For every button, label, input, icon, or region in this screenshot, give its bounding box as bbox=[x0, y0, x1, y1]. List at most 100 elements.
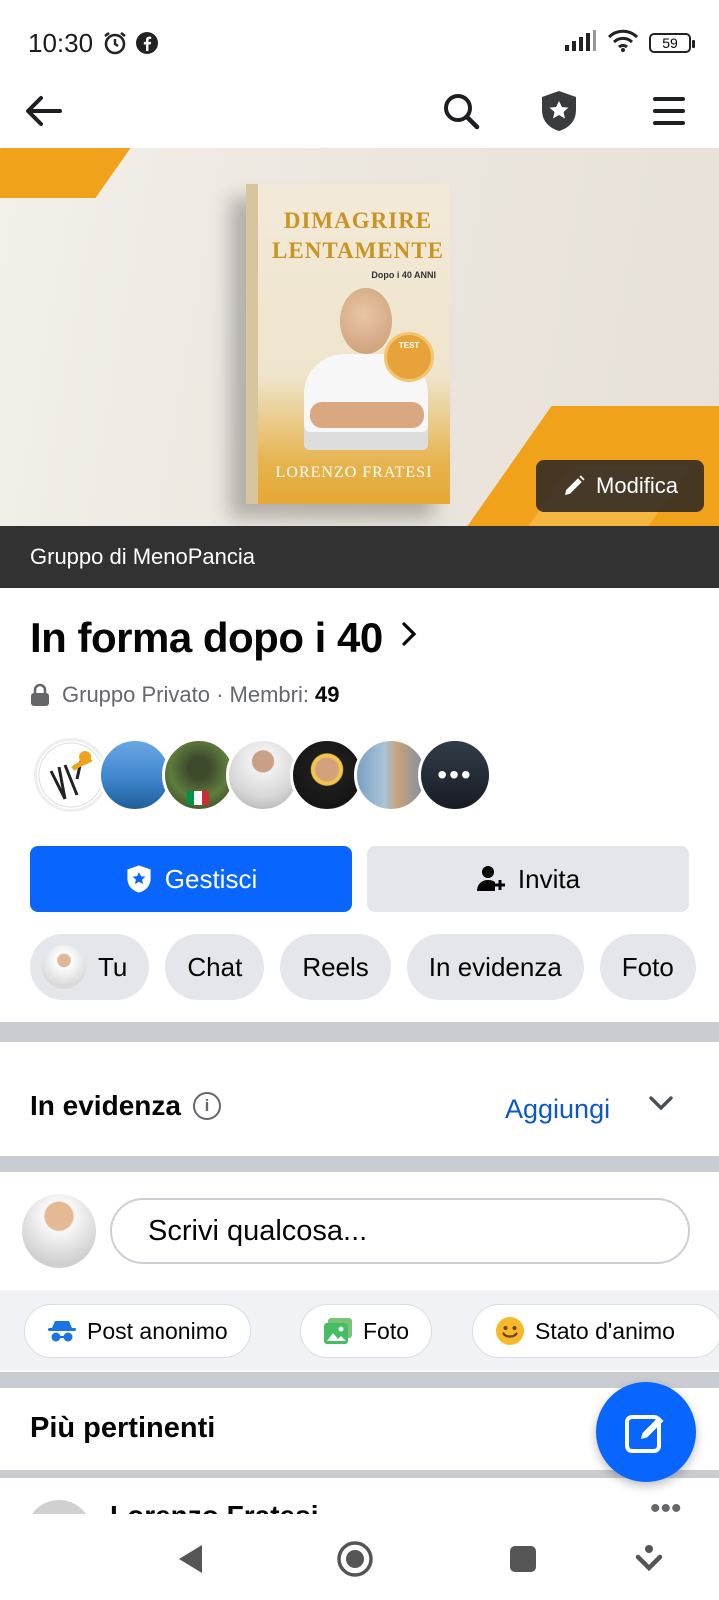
tab-label: Reels bbox=[302, 951, 369, 982]
member-count[interactable]: 49 bbox=[315, 682, 339, 708]
photo-button[interactable]: Foto bbox=[300, 1304, 433, 1358]
facebook-group-page: 10:30 59 DIMAGRIRE LENTAMENTE Dopo i 40 … bbox=[0, 0, 719, 1600]
admin-tools-button[interactable] bbox=[532, 84, 586, 138]
search-icon bbox=[444, 94, 480, 130]
alarm-icon bbox=[101, 29, 129, 57]
recents-square-icon bbox=[510, 1546, 536, 1572]
chevron-down-dot-icon bbox=[635, 1545, 663, 1572]
top-navigation bbox=[0, 76, 719, 146]
author-photo bbox=[340, 288, 392, 354]
group-owner-bar[interactable]: Gruppo di MenoPancia bbox=[0, 526, 719, 588]
italy-flag-icon bbox=[187, 791, 209, 805]
admin-shield-icon bbox=[127, 865, 151, 893]
tab-reels[interactable]: Reels bbox=[280, 934, 391, 1000]
add-featured-link[interactable]: Aggiungi bbox=[505, 1094, 610, 1125]
book-cover-image: DIMAGRIRE LENTAMENTE Dopo i 40 ANNI TEST… bbox=[246, 184, 450, 504]
member-avatars[interactable]: ••• bbox=[34, 738, 492, 812]
menu-icon bbox=[653, 97, 685, 125]
manage-button[interactable]: Gestisci bbox=[30, 846, 352, 912]
chevron-right-icon bbox=[401, 621, 417, 655]
tab-you[interactable]: Tu bbox=[30, 934, 150, 1000]
post-composer-input[interactable]: Scrivi qualcosa... bbox=[110, 1198, 690, 1264]
anonymous-post-button[interactable]: Post anonimo bbox=[24, 1304, 251, 1358]
avatar[interactable] bbox=[162, 738, 236, 812]
sort-label[interactable]: Più pertinenti bbox=[30, 1412, 215, 1445]
avatar[interactable] bbox=[34, 738, 108, 812]
pencil-icon bbox=[565, 475, 585, 495]
cover-photo[interactable]: DIMAGRIRE LENTAMENTE Dopo i 40 ANNI TEST… bbox=[0, 148, 719, 526]
more-members-avatar[interactable]: ••• bbox=[418, 738, 492, 812]
invite-button[interactable]: Invita bbox=[367, 846, 689, 912]
book-title: DIMAGRIRE LENTAMENTE bbox=[272, 208, 444, 263]
back-arrow-icon bbox=[26, 96, 62, 126]
book-author: LORENZO FRATESI bbox=[275, 464, 433, 481]
create-post-button[interactable] bbox=[596, 1382, 696, 1482]
back-triangle-icon bbox=[179, 1545, 202, 1573]
tab-label: Chat bbox=[187, 951, 243, 982]
edit-cover-label: Modifica bbox=[596, 473, 678, 498]
search-button[interactable] bbox=[434, 84, 488, 138]
info-icon[interactable]: i bbox=[192, 1092, 221, 1120]
system-back-button[interactable] bbox=[166, 1534, 216, 1584]
more-options-icon[interactable]: ••• bbox=[650, 1492, 682, 1514]
avatar[interactable] bbox=[26, 1500, 92, 1514]
back-button[interactable] bbox=[16, 84, 70, 138]
system-navigation-bar bbox=[0, 1514, 719, 1600]
avatar[interactable] bbox=[98, 738, 172, 812]
tab-featured[interactable]: In evidenza bbox=[406, 934, 584, 1000]
tab-label: Foto bbox=[621, 951, 674, 982]
anonymous-post-label: Post anonimo bbox=[87, 1317, 228, 1344]
system-menu-button[interactable] bbox=[624, 1534, 674, 1584]
feeling-label: Stato d'animo bbox=[535, 1317, 675, 1344]
avatar[interactable] bbox=[226, 738, 300, 812]
menu-button[interactable] bbox=[642, 84, 696, 138]
smiley-icon bbox=[496, 1317, 524, 1345]
edit-cover-button[interactable]: Modifica bbox=[536, 460, 704, 512]
tab-chat[interactable]: Chat bbox=[165, 934, 265, 1000]
avatar[interactable] bbox=[22, 1194, 96, 1268]
post-preview[interactable]: Lorenzo Fratesi ••• bbox=[0, 1474, 719, 1514]
anonymous-icon bbox=[48, 1321, 76, 1342]
group-tabs: Tu Chat Reels In evidenza Foto bbox=[30, 934, 696, 1000]
chevron-down-icon[interactable] bbox=[648, 1094, 674, 1117]
manage-label: Gestisci bbox=[164, 863, 258, 894]
lock-icon bbox=[30, 683, 50, 707]
status-bar: 10:30 59 bbox=[0, 0, 719, 86]
tab-label: Tu bbox=[98, 951, 128, 982]
author-photo bbox=[310, 402, 424, 428]
avatar[interactable] bbox=[354, 738, 428, 812]
admin-shield-icon bbox=[542, 91, 576, 131]
system-recents-button[interactable] bbox=[498, 1534, 548, 1584]
book-subtitle: Dopo i 40 ANNI bbox=[371, 270, 436, 280]
composer-actions: Post anonimo Foto Stato d'animo bbox=[0, 1290, 719, 1370]
photo-label: Foto bbox=[363, 1317, 410, 1344]
home-circle-icon bbox=[337, 1541, 373, 1577]
status-time: 10:30 bbox=[28, 27, 94, 58]
invite-label: Invita bbox=[517, 863, 581, 894]
featured-section-header: In evidenza i bbox=[30, 1090, 221, 1122]
privacy-label: Gruppo Privato · Membri: bbox=[62, 682, 309, 707]
avatar[interactable] bbox=[290, 738, 364, 812]
section-divider bbox=[0, 1156, 719, 1172]
add-person-icon bbox=[476, 866, 505, 891]
photo-icon bbox=[324, 1318, 352, 1344]
group-name: In forma dopo i 40 bbox=[30, 614, 383, 661]
section-divider bbox=[0, 1022, 719, 1042]
group-title[interactable]: In forma dopo i 40 bbox=[30, 614, 417, 662]
group-meta: Gruppo Privato · Membri: 49 bbox=[30, 682, 339, 708]
signal-icon bbox=[563, 29, 597, 57]
facebook-icon bbox=[135, 31, 159, 55]
featured-title: In evidenza bbox=[30, 1090, 181, 1121]
section-divider bbox=[0, 1372, 719, 1388]
group-owner-label: Gruppo di MenoPancia bbox=[30, 544, 256, 569]
feeling-button[interactable]: Stato d'animo bbox=[472, 1304, 719, 1358]
battery-indicator: 59 bbox=[649, 33, 695, 53]
system-home-button[interactable] bbox=[330, 1534, 380, 1584]
compose-icon bbox=[625, 1415, 664, 1453]
avatar bbox=[42, 945, 86, 989]
book-badge: TEST bbox=[384, 332, 434, 382]
post-author[interactable]: Lorenzo Fratesi bbox=[110, 1500, 318, 1514]
wifi-icon bbox=[607, 29, 639, 58]
tab-photos[interactable]: Foto bbox=[599, 934, 696, 1000]
cover-decoration bbox=[0, 148, 145, 198]
